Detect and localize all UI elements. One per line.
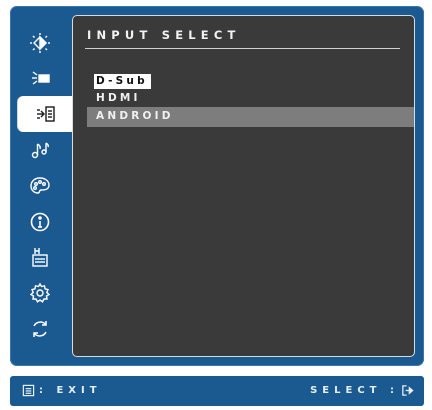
osd-sidebar <box>10 6 74 366</box>
sidebar-item-setup-menu[interactable] <box>17 275 63 311</box>
enter-icon <box>402 385 414 396</box>
input-select-icon <box>37 106 55 122</box>
sidebar-item-color-palette[interactable] <box>17 168 63 204</box>
exit-label: : EXIT <box>39 385 102 396</box>
bottom-hint-bar: : EXIT SELECT : <box>10 376 424 406</box>
osd-menu: INPUT SELECT D-Sub HDMI ANDROID <box>10 6 424 366</box>
sidebar-item-manual-image-adjust[interactable] <box>17 239 63 275</box>
manual-image-adjust-icon <box>32 248 48 267</box>
select-hint[interactable]: SELECT : <box>310 384 414 397</box>
sidebar-item-brightness-contrast[interactable] <box>17 25 63 61</box>
exit-hint[interactable]: : EXIT <box>22 384 102 397</box>
option-android-row[interactable]: ANDROID <box>87 107 414 127</box>
select-label: SELECT : <box>310 385 399 396</box>
panel-title: INPUT SELECT <box>87 28 241 42</box>
memory-recall-icon <box>33 321 47 337</box>
information-icon <box>30 212 50 232</box>
menu-icon <box>22 384 35 397</box>
option-d-sub[interactable]: D-Sub <box>94 74 151 89</box>
option-hdmi[interactable]: HDMI <box>96 91 141 106</box>
brightness-contrast-icon <box>30 33 50 53</box>
input-select-panel: INPUT SELECT D-Sub HDMI ANDROID <box>72 15 415 357</box>
color-adjust-icon <box>32 71 50 85</box>
sidebar-item-color-adjust[interactable] <box>17 60 63 96</box>
sidebar-item-input-select[interactable] <box>18 96 74 132</box>
sidebar-item-information[interactable] <box>17 204 63 240</box>
color-palette-icon <box>30 177 50 194</box>
audio-adjust-icon <box>31 142 49 159</box>
sidebar-item-memory-recall[interactable] <box>17 311 63 347</box>
title-divider <box>85 48 400 49</box>
option-android: ANDROID <box>96 110 174 122</box>
sidebar-item-audio-adjust[interactable] <box>17 132 63 168</box>
setup-menu-icon <box>29 282 51 303</box>
